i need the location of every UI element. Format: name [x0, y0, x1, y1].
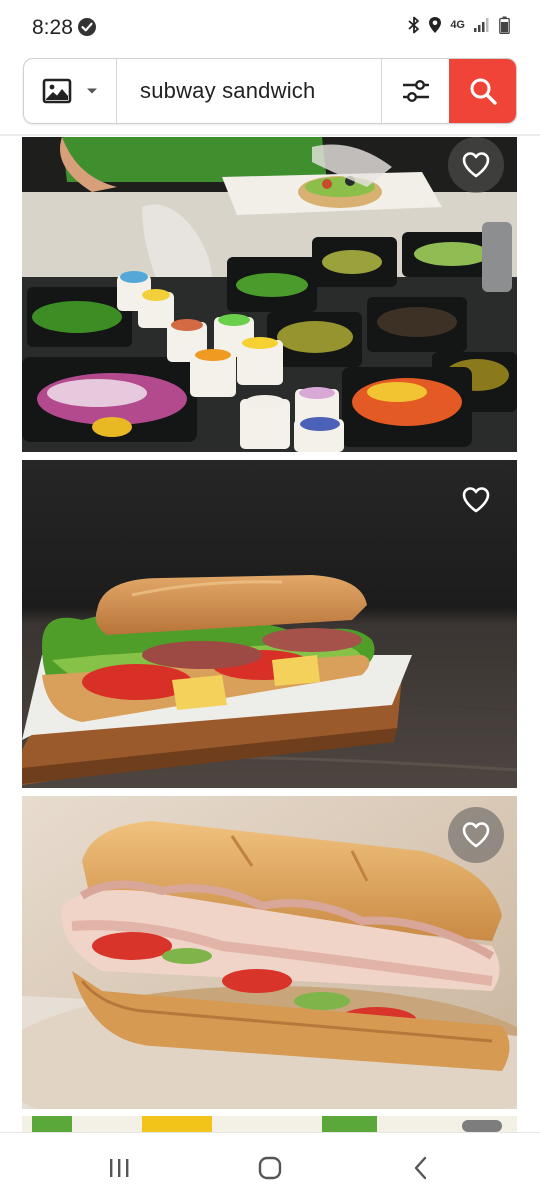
status-time: 8:28 [32, 16, 73, 39]
status-bar: 8:28 4G [0, 0, 540, 56]
home-button[interactable] [255, 1155, 285, 1181]
favorite-button[interactable] [448, 137, 504, 193]
heart-outline-icon [462, 487, 490, 513]
filter-button[interactable] [381, 59, 449, 123]
favorite-button[interactable] [448, 807, 504, 863]
heart-outline-icon [462, 152, 490, 178]
check-circle-icon [78, 18, 96, 36]
location-icon [429, 17, 442, 33]
image-icon [42, 78, 72, 104]
header-divider [0, 134, 540, 136]
result-card[interactable] [22, 1116, 517, 1132]
heart-outline-icon [462, 822, 490, 848]
result-image [22, 796, 517, 1109]
bluetooth-icon [408, 16, 420, 34]
result-image [22, 137, 517, 452]
sliders-icon [402, 80, 429, 102]
image-search-button[interactable] [24, 59, 117, 123]
search-button[interactable] [449, 59, 516, 123]
favorite-button[interactable] [448, 472, 504, 528]
search-bar: subway sandwich [23, 58, 517, 124]
back-button[interactable] [406, 1155, 436, 1181]
search-input[interactable]: subway sandwich [117, 59, 381, 123]
result-card[interactable] [22, 460, 517, 788]
caret-down-icon [87, 88, 97, 94]
magnifier-icon [470, 78, 497, 105]
result-image [22, 1116, 517, 1132]
network-label: 4G [450, 19, 465, 31]
home-icon [258, 1156, 282, 1180]
result-card[interactable] [22, 137, 517, 452]
navigation-bar [0, 1132, 540, 1200]
result-image [22, 460, 517, 788]
result-card[interactable] [22, 796, 517, 1109]
battery-icon [499, 16, 510, 34]
recents-button[interactable] [104, 1155, 134, 1181]
recents-icon [110, 1159, 129, 1177]
signal-icon [474, 18, 489, 32]
back-icon [414, 1156, 427, 1180]
